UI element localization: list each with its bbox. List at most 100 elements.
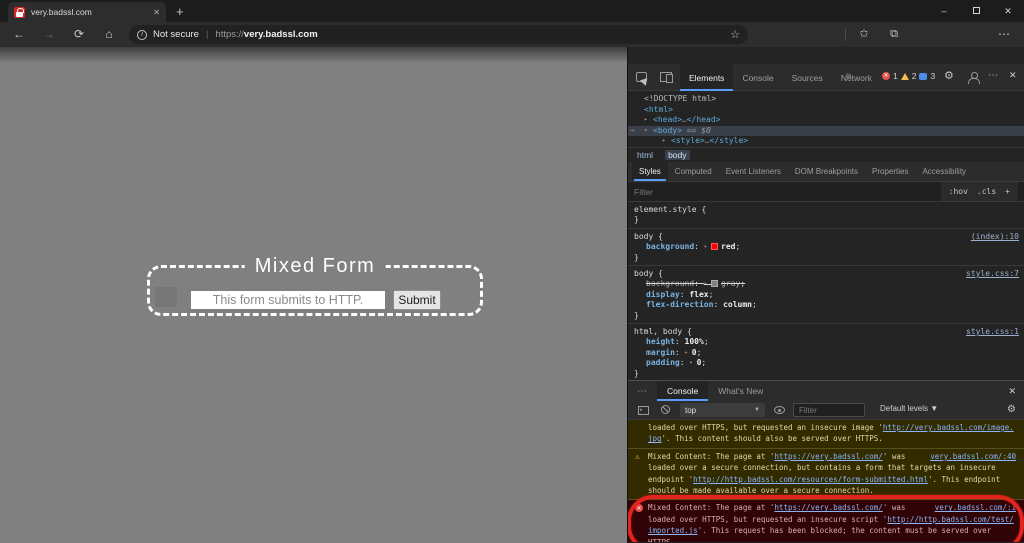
css-rule-source-link[interactable]: style.css:7 bbox=[966, 269, 1019, 279]
browser-toolbar: ← → ⟳ ⌂ i Not secure | https://very.bads… bbox=[0, 22, 1024, 47]
favorites-bar-icon[interactable]: ✩ bbox=[855, 25, 873, 43]
security-label: Not secure bbox=[153, 29, 199, 40]
css-rule[interactable]: style.css:1 html, body {height: 100%; marg… bbox=[628, 324, 1024, 379]
dom-tree-row[interactable]: ▸ <style>…</style> bbox=[628, 136, 1024, 147]
console-url-link[interactable]: https://very.badssl.com/ bbox=[774, 452, 882, 461]
css-rule[interactable]: (index):10 body {background: ▸ red;} bbox=[628, 229, 1024, 267]
console-source-link[interactable]: very.badssl.com/:1 bbox=[935, 502, 1016, 513]
clear-console-icon[interactable] bbox=[661, 405, 670, 414]
hover-state-toggle[interactable]: :hov bbox=[949, 187, 968, 196]
submit-button[interactable]: Submit bbox=[393, 290, 441, 310]
css-rule[interactable]: element.style {} bbox=[628, 202, 1024, 229]
log-levels-dropdown[interactable]: Default levels ▼ bbox=[880, 404, 938, 413]
devtools-tab-elements[interactable]: Elements bbox=[680, 64, 734, 91]
form-text-input[interactable] bbox=[191, 291, 385, 309]
new-tab-button[interactable]: + bbox=[176, 4, 184, 20]
maximize-icon bbox=[972, 7, 980, 14]
inspect-element-icon[interactable] bbox=[636, 72, 647, 82]
dom-tree-row[interactable]: ▸ <head>…</head> bbox=[628, 115, 1024, 126]
warning-badge-icon bbox=[900, 72, 909, 80]
devtools-tab-console[interactable]: Console bbox=[733, 64, 782, 91]
home-icon[interactable]: ⌂ bbox=[100, 25, 118, 43]
maximize-button[interactable] bbox=[960, 6, 992, 16]
warning-count: 2 bbox=[911, 71, 917, 81]
drawer-tab-what-s-new[interactable]: What's New bbox=[708, 381, 773, 401]
new-style-rule-button[interactable]: + bbox=[1005, 187, 1010, 196]
browser-tab[interactable]: very.badssl.com ✕ bbox=[8, 2, 166, 22]
console-messages: loaded over HTTPS, but requested an inse… bbox=[628, 420, 1024, 542]
class-toggle[interactable]: .cls bbox=[977, 187, 996, 196]
mixed-form-legend: Mixed Form bbox=[244, 255, 386, 278]
forward-icon[interactable]: → bbox=[40, 25, 58, 43]
close-window-button[interactable]: ✕ bbox=[992, 6, 1024, 17]
refresh-icon[interactable]: ⟳ bbox=[70, 25, 88, 43]
devtools-toolbar: Elements Console Sources Network » ✕ 1 2 3 … bbox=[628, 64, 1024, 91]
console-source-link[interactable]: very.badssl.com/:40 bbox=[930, 451, 1016, 462]
console-filter-input[interactable]: Filter bbox=[793, 403, 865, 417]
more-tabs-icon[interactable]: » bbox=[846, 70, 852, 81]
error-badge-icon: ✕ bbox=[882, 72, 890, 80]
styles-tab-accessibility[interactable]: Accessibility bbox=[915, 162, 973, 181]
css-rule-source-link[interactable]: (index):10 bbox=[971, 232, 1019, 242]
devtools-close-icon[interactable]: ✕ bbox=[1009, 70, 1017, 81]
color-swatch[interactable] bbox=[711, 280, 719, 288]
address-bar[interactable]: i Not secure | https://very.badssl.com ☆ bbox=[129, 25, 748, 44]
drawer-menu-icon[interactable]: ⋯ bbox=[628, 381, 657, 401]
console-filter-placeholder: Filter bbox=[799, 405, 817, 415]
feedback-person-icon[interactable] bbox=[968, 72, 980, 84]
console-settings-gear-icon[interactable]: ⚙ bbox=[1007, 404, 1016, 415]
execution-context-dropdown[interactable]: top ▼ bbox=[680, 403, 765, 417]
styles-filter-input[interactable]: Filter bbox=[634, 187, 941, 197]
console-url-link[interactable]: http://very.badssl.com/image.jpg bbox=[648, 423, 1014, 443]
color-swatch[interactable] bbox=[711, 243, 719, 251]
console-url-link[interactable]: http://http.badssl.com/resources/form-su… bbox=[693, 475, 928, 484]
drawer-tab-console[interactable]: Console bbox=[657, 381, 709, 401]
drawer-close-icon[interactable]: ✕ bbox=[1008, 386, 1016, 397]
live-expression-eye-icon[interactable] bbox=[774, 406, 785, 414]
breadcrumb-item-body[interactable]: body bbox=[665, 150, 690, 160]
breadcrumb-item-html[interactable]: html bbox=[637, 150, 653, 160]
devtools-tab-sources[interactable]: Sources bbox=[783, 64, 832, 91]
devtools-settings-gear-icon[interactable]: ⚙ bbox=[944, 69, 954, 82]
styles-tab-styles[interactable]: Styles bbox=[632, 162, 668, 181]
styles-tab-dom-breakpoints[interactable]: DOM Breakpoints bbox=[788, 162, 865, 181]
dom-tree: <!DOCTYPE html> <html> ▸ <head>…</head> ⋯ ▾ <b… bbox=[628, 91, 1024, 147]
devtools-top-spacer bbox=[628, 47, 1024, 64]
bookmark-star-icon[interactable]: ☆ bbox=[730, 28, 740, 41]
url-separator: | bbox=[205, 29, 209, 40]
browser-menu-icon[interactable]: ⋯ bbox=[995, 25, 1013, 43]
styles-tab-properties[interactable]: Properties bbox=[865, 162, 915, 181]
devtools-menu-icon[interactable]: ⋯ bbox=[988, 70, 999, 81]
css-rule-source-link[interactable]: style.css:1 bbox=[966, 327, 1019, 337]
back-icon[interactable]: ← bbox=[10, 25, 28, 43]
site-favicon-lock-icon bbox=[14, 6, 25, 18]
styles-tab-computed[interactable]: Computed bbox=[668, 162, 719, 181]
collections-icon[interactable]: ⧉ bbox=[885, 25, 903, 43]
devtools-tab-network[interactable]: Network bbox=[832, 64, 881, 91]
styles-tab-event-listeners[interactable]: Event Listeners bbox=[719, 162, 788, 181]
console-toolbar: ▸ top ▼ Filter Default levels ▼ ⚙ bbox=[628, 401, 1024, 420]
console-message-warning[interactable]: ⚠ very.badssl.com/:40 Mixed Content: The p… bbox=[628, 448, 1024, 501]
issue-badges[interactable]: ✕ 1 2 3 bbox=[882, 71, 935, 81]
css-rule[interactable]: style.css:7 body {background: ▸ gray; disp… bbox=[628, 266, 1024, 325]
device-toolbar-icon[interactable] bbox=[660, 72, 673, 83]
page-content: Mixed Form Submit bbox=[0, 47, 628, 543]
console-url-link[interactable]: https://very.badssl.com/ bbox=[774, 503, 882, 512]
error-icon: ✕ bbox=[635, 504, 643, 513]
tab-close-icon[interactable]: ✕ bbox=[153, 8, 160, 17]
console-sidebar-icon[interactable]: ▸ bbox=[638, 406, 649, 415]
info-badge-icon bbox=[919, 72, 928, 80]
site-info-icon[interactable]: i bbox=[137, 29, 147, 40]
toolbar-shadow bbox=[0, 47, 628, 63]
console-message-warning[interactable]: loaded over HTTPS, but requested an inse… bbox=[628, 420, 1024, 449]
console-url-link[interactable]: http://http.badssl.com/test/imported.js bbox=[648, 515, 1014, 535]
styles-toggles: :hov .cls + bbox=[940, 182, 1018, 201]
tab-title: very.badssl.com bbox=[31, 7, 92, 17]
window-controls: – ✕ bbox=[928, 0, 1024, 22]
dom-tree-row[interactable]: ⋯ ▾ <body> == $0 bbox=[628, 125, 1024, 136]
console-message-error[interactable]: ✕ very.badssl.com/:1 Mixed Content: The pa… bbox=[628, 495, 1024, 542]
info-count: 3 bbox=[930, 71, 936, 81]
dom-tree-row[interactable]: <html> bbox=[628, 105, 1024, 116]
minimize-button[interactable]: – bbox=[928, 6, 960, 16]
dom-tree-row[interactable]: <!DOCTYPE html> bbox=[628, 94, 1024, 105]
